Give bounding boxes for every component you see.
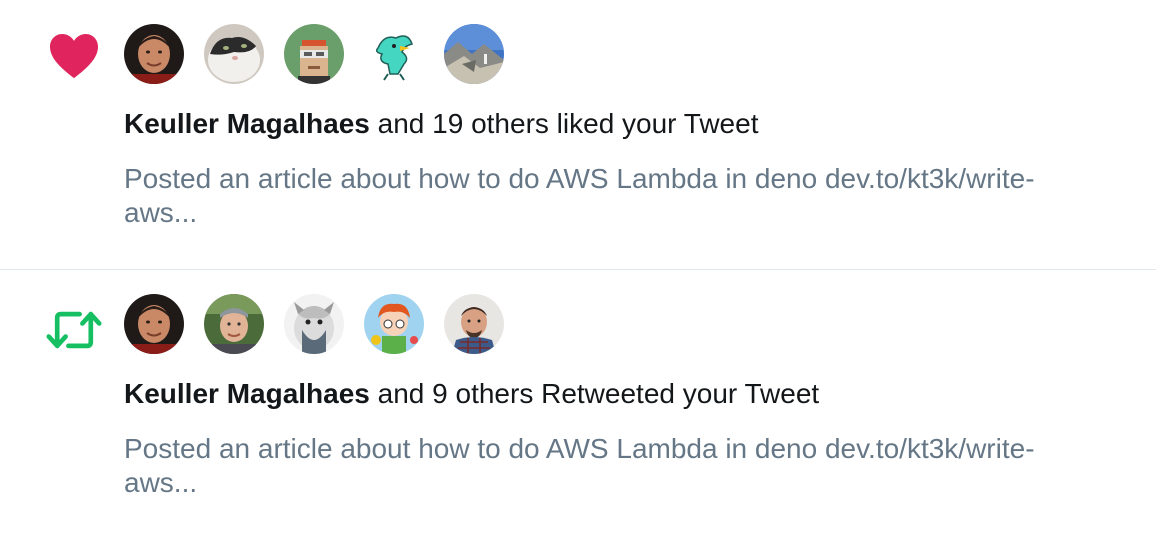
tweet-preview[interactable]: Posted an article about how to do AWS La… <box>124 162 1144 230</box>
action-text: and 19 others liked your Tweet <box>369 108 759 139</box>
notification-summary: Keuller Magalhaes and 9 others Retweeted… <box>124 374 819 414</box>
avatar-man-plaid[interactable] <box>444 294 504 354</box>
tweet-text-line: Posted an article about how to do AWS La… <box>124 433 1035 464</box>
action-text: and 9 others Retweeted your Tweet <box>369 378 820 409</box>
notification-like[interactable]: Keuller Magalhaes and 19 others liked yo… <box>0 0 1156 269</box>
avatar-man-beanie[interactable] <box>204 294 264 354</box>
notification-summary: Keuller Magalhaes and 19 others liked yo… <box>124 104 758 144</box>
avatar-animal-bw[interactable] <box>284 294 344 354</box>
avatar-pixel-character[interactable] <box>284 24 344 84</box>
avatar-list <box>124 294 524 354</box>
heart-icon <box>46 29 102 81</box>
tweet-text-line: Posted an article about how to do AWS La… <box>124 163 1035 194</box>
tweet-text-line: aws... <box>124 467 198 498</box>
avatar-mountain[interactable] <box>444 24 504 84</box>
avatar-woodstock[interactable] <box>364 24 424 84</box>
avatar-keuller[interactable] <box>124 294 184 354</box>
avatar-keuller[interactable] <box>124 24 184 84</box>
actor-name-link[interactable]: Keuller Magalhaes <box>124 378 370 409</box>
tweet-text-line: aws... <box>124 197 198 228</box>
tweet-preview[interactable]: Posted an article about how to do AWS La… <box>124 432 1144 500</box>
avatar-cat[interactable] <box>204 24 264 84</box>
actor-name-link[interactable]: Keuller Magalhaes <box>124 108 370 139</box>
notification-retweet[interactable]: Keuller Magalhaes and 9 others Retweeted… <box>0 270 1156 539</box>
avatar-list <box>124 24 524 84</box>
retweet-icon <box>46 304 102 356</box>
avatar-cartoon[interactable] <box>364 294 424 354</box>
